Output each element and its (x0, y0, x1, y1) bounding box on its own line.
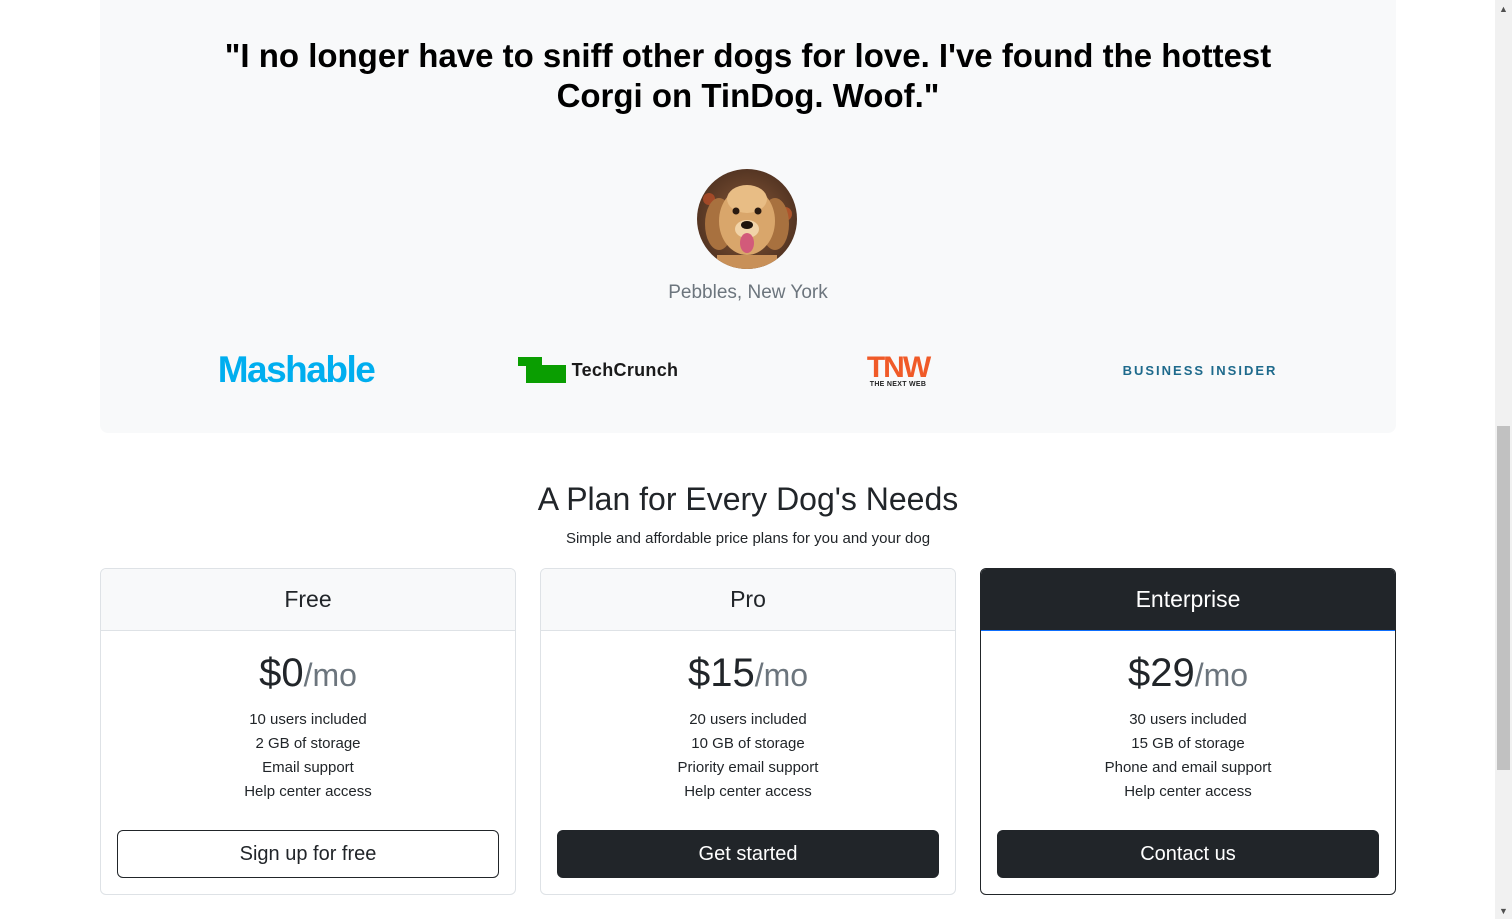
testimonial-section: "I no longer have to sniff other dogs fo… (100, 0, 1396, 433)
plan-price-period: /mo (754, 657, 809, 693)
plan-feature: Help center access (1124, 783, 1252, 800)
tnw-logo-mark: TNW (866, 350, 931, 384)
scroll-up-arrow-icon[interactable]: ▲ (1495, 0, 1512, 17)
dog-avatar (697, 169, 797, 269)
scrollbar-thumb[interactable] (1497, 426, 1510, 770)
plan-feature: Help center access (244, 783, 372, 800)
plan-feature: 2 GB of storage (255, 735, 361, 752)
pricing-card-enterprise: Enterprise $29/mo 30 users included 15 G… (980, 568, 1396, 895)
techcrunch-mark-icon (517, 357, 566, 383)
plan-name: Enterprise (981, 569, 1395, 631)
plan-feature: 15 GB of storage (1131, 735, 1245, 752)
plan-price-amount: $0 (259, 651, 304, 695)
plan-feature: Phone and email support (1104, 759, 1272, 776)
testimonial-author: Pebbles, New York (668, 282, 828, 303)
mashable-logo: Mashable (196, 340, 396, 400)
plan-price: $0/mo (101, 651, 515, 696)
plan-feature: 30 users included (1129, 711, 1247, 728)
plan-name: Free (101, 569, 515, 631)
pricing-subtitle: Simple and affordable price plans for yo… (565, 530, 931, 547)
plan-features: 20 users included 10 GB of storage Prior… (541, 708, 955, 804)
plan-feature: Email support (262, 759, 354, 776)
techcrunch-logo: TechCrunch (508, 340, 688, 400)
plan-price-period: /mo (303, 657, 357, 693)
plan-feature: 20 users included (689, 711, 807, 728)
business-insider-logo-text: BUSINESS INSIDER (1122, 362, 1278, 378)
pricing-card-pro: Pro $15/mo 20 users included 10 GB of st… (540, 568, 956, 895)
plan-price-amount: $15 (687, 651, 755, 695)
sign-up-free-button[interactable]: Sign up for free (117, 830, 499, 878)
plan-price: $29/mo (981, 651, 1395, 696)
tnw-logo-subtitle: THE NEXT WEB (869, 380, 927, 388)
plan-name: Pro (541, 569, 955, 631)
pricing-card-free: Free $0/mo 10 users included 2 GB of sto… (100, 568, 516, 895)
pricing-title: A Plan for Every Dog's Needs (537, 481, 959, 517)
plan-feature: 10 users included (249, 711, 367, 728)
plan-price-amount: $29 (1127, 651, 1195, 695)
mashable-logo-text: Mashable (217, 349, 376, 390)
plan-feature: 10 GB of storage (691, 735, 805, 752)
techcrunch-logo-text: TechCrunch (571, 359, 679, 380)
get-started-button[interactable]: Get started (557, 830, 939, 878)
business-insider-logo: BUSINESS INSIDER (1110, 340, 1290, 400)
plan-price: $15/mo (541, 651, 955, 696)
contact-us-button[interactable]: Contact us (997, 830, 1379, 878)
vertical-scrollbar[interactable]: ▲ ▼ (1495, 0, 1512, 919)
plan-features: 30 users included 15 GB of storage Phone… (981, 708, 1395, 804)
plan-feature: Help center access (684, 783, 812, 800)
plan-price-period: /mo (1194, 657, 1249, 693)
scroll-down-arrow-icon[interactable]: ▼ (1495, 902, 1512, 919)
testimonial-quote: "I no longer have to sniff other dogs fo… (224, 37, 1272, 114)
tnw-logo: TNW THE NEXT WEB (858, 340, 938, 400)
plan-features: 10 users included 2 GB of storage Email … (101, 708, 515, 804)
plan-feature: Priority email support (677, 759, 819, 776)
